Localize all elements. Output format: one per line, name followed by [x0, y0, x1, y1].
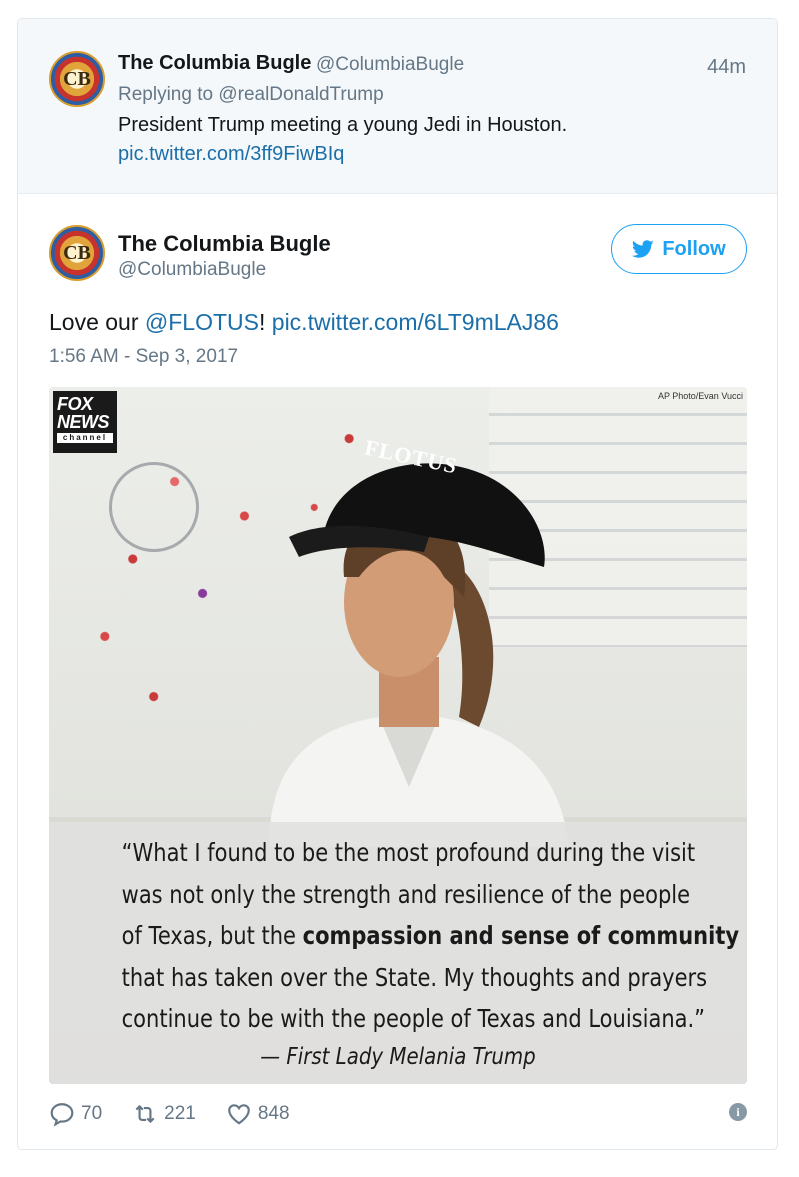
- avatar-logo-icon: CB: [63, 67, 91, 90]
- fox-news-logo: FOX NEWS channel: [53, 391, 117, 453]
- tweet-image[interactable]: AP Photo/Evan Vucci FOX NEWS channel FLO…: [49, 387, 747, 1084]
- tweet-actions: 70 221 848 i: [49, 1099, 747, 1129]
- avatar[interactable]: CB: [49, 51, 105, 107]
- follow-label: Follow: [662, 237, 726, 260]
- mention-link[interactable]: @FLOTUS: [145, 309, 259, 335]
- quote-line: “What I found to be the most profound du…: [121, 838, 696, 867]
- quote-line: continue to be with the people of Texas …: [121, 1004, 706, 1033]
- quote-line: that has taken over the State. My though…: [121, 962, 708, 992]
- map-circle: [109, 462, 199, 552]
- tweet-link[interactable]: pic.twitter.com/6LT9mLAJ86: [272, 309, 559, 335]
- tweet-link[interactable]: pic.twitter.com/3ff9FiwBIq: [118, 143, 344, 166]
- retweet-action[interactable]: 221: [132, 1101, 196, 1127]
- like-count: 848: [257, 1103, 290, 1124]
- quote-line: was not only the strength and resilience…: [121, 879, 691, 909]
- like-action[interactable]: 848: [226, 1101, 290, 1127]
- replying-to[interactable]: Replying to @realDonaldTrump: [118, 84, 384, 106]
- twitter-bird-icon: [632, 240, 654, 258]
- retweet-icon: [135, 1104, 155, 1124]
- person-illustration: [269, 463, 569, 847]
- text-middle: !: [259, 309, 272, 335]
- reply-action[interactable]: 70: [49, 1101, 102, 1127]
- text-prefix: Love our: [49, 309, 145, 335]
- quote-box: “What I found to be the most profound du…: [49, 822, 747, 1084]
- heart-icon: [228, 1104, 250, 1125]
- quote-attribution: — First Lady Melania Trump: [260, 1043, 536, 1070]
- follow-button[interactable]: Follow: [611, 224, 747, 274]
- quote-line: of Texas, but the compassion and sense o…: [121, 921, 740, 950]
- avatar[interactable]: CB: [49, 225, 105, 281]
- reply-icon: [50, 1103, 74, 1127]
- tweet-text: President Trump meeting a young Jedi in …: [118, 114, 568, 136]
- reply-count: 70: [81, 1103, 103, 1124]
- author-handle[interactable]: @ColumbiaBugle: [316, 54, 464, 76]
- parent-tweet[interactable]: CB The Columbia Bugle @ColumbiaBugle 44m…: [18, 19, 777, 194]
- author-name[interactable]: The Columbia Bugle: [118, 52, 311, 75]
- tweet-text: Love our @FLOTUS! pic.twitter.com/6LT9mL…: [49, 309, 559, 336]
- author-handle[interactable]: @ColumbiaBugle: [118, 259, 266, 281]
- tweet-card: CB The Columbia Bugle @ColumbiaBugle 44m…: [17, 18, 778, 1150]
- photo-credit: AP Photo/Evan Vucci: [657, 391, 743, 401]
- tweet-date[interactable]: 1:56 AM - Sep 3, 2017: [49, 346, 238, 368]
- retweet-count: 221: [164, 1103, 196, 1124]
- avatar-logo-icon: CB: [63, 241, 91, 264]
- author-name[interactable]: The Columbia Bugle: [118, 231, 331, 257]
- tweet-time[interactable]: 44m: [707, 56, 746, 79]
- info-icon[interactable]: i: [729, 1103, 747, 1121]
